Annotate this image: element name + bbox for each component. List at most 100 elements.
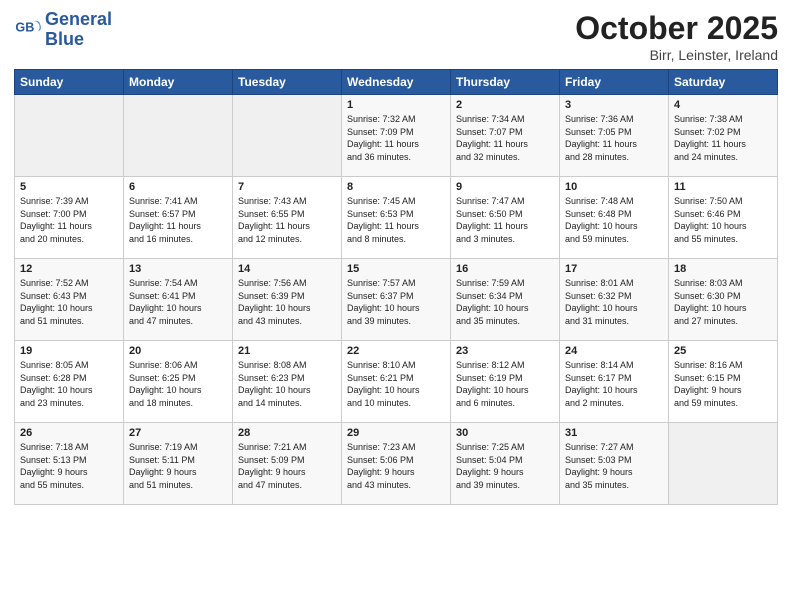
day-cell: 17 Sunrise: 8:01 AM Sunset: 6:32 PM Dayli… (560, 259, 669, 341)
day-number: 8 (347, 181, 445, 193)
day-number: 27 (129, 427, 227, 439)
weekday-header-row: SundayMondayTuesdayWednesdayThursdayFrid… (15, 70, 778, 95)
day-number: 11 (674, 181, 772, 193)
week-row-4: 19 Sunrise: 8:05 AM Sunset: 6:28 PM Dayli… (15, 341, 778, 423)
day-info: Sunrise: 7:32 AM Sunset: 7:09 PM Dayligh… (347, 113, 445, 163)
day-number: 12 (20, 263, 118, 275)
page: G B General Blue October 2025 Birr, Lein… (0, 0, 792, 612)
day-cell: 6Sunrise: 7:41 AM Sunset: 6:57 PM Daylig… (124, 177, 233, 259)
day-number: 7 (238, 181, 336, 193)
week-row-2: 5 Sunrise: 7:39 AM Sunset: 7:00 PM Daylig… (15, 177, 778, 259)
calendar-subtitle: Birr, Leinster, Ireland (575, 47, 778, 63)
day-cell (669, 423, 778, 505)
day-number: 22 (347, 345, 445, 357)
day-cell: 19 Sunrise: 8:05 AM Sunset: 6:28 PM Dayli… (15, 341, 124, 423)
day-cell: 8 Sunrise: 7:45 AM Sunset: 6:53 PM Daylig… (342, 177, 451, 259)
day-number: 30 (456, 427, 554, 439)
day-info: Sunrise: 7:19 AM Sunset: 5:11 PM Dayligh… (129, 441, 227, 491)
logo-line1: General (45, 9, 112, 29)
day-info: Sunrise: 8:01 AM Sunset: 6:32 PM Dayligh… (565, 277, 663, 327)
day-info: Sunrise: 7:48 AM Sunset: 6:48 PM Dayligh… (565, 195, 663, 245)
day-number: 28 (238, 427, 336, 439)
day-number: 3 (565, 99, 663, 111)
day-info: Sunrise: 7:18 AM Sunset: 5:13 PM Dayligh… (20, 441, 118, 491)
day-info: Sunrise: 7:38 AM Sunset: 7:02 PM Dayligh… (674, 113, 772, 163)
header: G B General Blue October 2025 Birr, Lein… (14, 10, 778, 63)
day-number: 20 (129, 345, 227, 357)
day-info: Sunrise: 8:06 AM Sunset: 6:25 PM Dayligh… (129, 359, 227, 409)
day-info: Sunrise: 7:45 AM Sunset: 6:53 PM Dayligh… (347, 195, 445, 245)
week-row-5: 26 Sunrise: 7:18 AM Sunset: 5:13 PM Dayli… (15, 423, 778, 505)
day-number: 5 (20, 181, 118, 193)
day-info: Sunrise: 8:14 AM Sunset: 6:17 PM Dayligh… (565, 359, 663, 409)
day-cell: 9Sunrise: 7:47 AM Sunset: 6:50 PM Daylig… (451, 177, 560, 259)
day-cell: 21 Sunrise: 8:08 AM Sunset: 6:23 PM Dayli… (233, 341, 342, 423)
calendar-title: October 2025 (575, 10, 778, 47)
weekday-header-wednesday: Wednesday (342, 70, 451, 95)
day-cell: 10 Sunrise: 7:48 AM Sunset: 6:48 PM Dayli… (560, 177, 669, 259)
day-cell: 15Sunrise: 7:57 AM Sunset: 6:37 PM Dayli… (342, 259, 451, 341)
day-number: 29 (347, 427, 445, 439)
day-number: 9 (456, 181, 554, 193)
day-cell: 2Sunrise: 7:34 AM Sunset: 7:07 PM Daylig… (451, 95, 560, 177)
day-cell: 12 Sunrise: 7:52 AM Sunset: 6:43 PM Dayli… (15, 259, 124, 341)
day-info: Sunrise: 8:08 AM Sunset: 6:23 PM Dayligh… (238, 359, 336, 409)
weekday-header-friday: Friday (560, 70, 669, 95)
day-cell: 22 Sunrise: 8:10 AM Sunset: 6:21 PM Dayli… (342, 341, 451, 423)
day-number: 26 (20, 427, 118, 439)
day-cell: 30 Sunrise: 7:25 AM Sunset: 5:04 PM Dayli… (451, 423, 560, 505)
day-info: Sunrise: 7:52 AM Sunset: 6:43 PM Dayligh… (20, 277, 118, 327)
week-row-3: 12 Sunrise: 7:52 AM Sunset: 6:43 PM Dayli… (15, 259, 778, 341)
day-info: Sunrise: 8:05 AM Sunset: 6:28 PM Dayligh… (20, 359, 118, 409)
day-number: 13 (129, 263, 227, 275)
calendar-header: SundayMondayTuesdayWednesdayThursdayFrid… (15, 70, 778, 95)
week-row-1: 1 Sunrise: 7:32 AM Sunset: 7:09 PM Daylig… (15, 95, 778, 177)
svg-text:B: B (25, 20, 34, 34)
day-cell: 31Sunrise: 7:27 AM Sunset: 5:03 PM Dayli… (560, 423, 669, 505)
day-cell: 29 Sunrise: 7:23 AM Sunset: 5:06 PM Dayli… (342, 423, 451, 505)
day-cell: 13Sunrise: 7:54 AM Sunset: 6:41 PM Dayli… (124, 259, 233, 341)
calendar-body: 1 Sunrise: 7:32 AM Sunset: 7:09 PM Daylig… (15, 95, 778, 505)
day-number: 25 (674, 345, 772, 357)
day-info: Sunrise: 7:39 AM Sunset: 7:00 PM Dayligh… (20, 195, 118, 245)
day-number: 1 (347, 99, 445, 111)
day-info: Sunrise: 7:59 AM Sunset: 6:34 PM Dayligh… (456, 277, 554, 327)
day-number: 19 (20, 345, 118, 357)
day-info: Sunrise: 7:56 AM Sunset: 6:39 PM Dayligh… (238, 277, 336, 327)
day-number: 14 (238, 263, 336, 275)
weekday-header-sunday: Sunday (15, 70, 124, 95)
day-cell: 25Sunrise: 8:16 AM Sunset: 6:15 PM Dayli… (669, 341, 778, 423)
day-info: Sunrise: 8:03 AM Sunset: 6:30 PM Dayligh… (674, 277, 772, 327)
svg-text:G: G (15, 20, 25, 34)
day-info: Sunrise: 8:12 AM Sunset: 6:19 PM Dayligh… (456, 359, 554, 409)
day-info: Sunrise: 7:34 AM Sunset: 7:07 PM Dayligh… (456, 113, 554, 163)
day-cell: 18Sunrise: 8:03 AM Sunset: 6:30 PM Dayli… (669, 259, 778, 341)
weekday-header-monday: Monday (124, 70, 233, 95)
day-number: 17 (565, 263, 663, 275)
day-number: 24 (565, 345, 663, 357)
day-number: 16 (456, 263, 554, 275)
weekday-header-thursday: Thursday (451, 70, 560, 95)
day-number: 23 (456, 345, 554, 357)
day-info: Sunrise: 7:23 AM Sunset: 5:06 PM Dayligh… (347, 441, 445, 491)
day-cell (233, 95, 342, 177)
logo-icon: G B (14, 16, 42, 44)
day-info: Sunrise: 7:36 AM Sunset: 7:05 PM Dayligh… (565, 113, 663, 163)
day-cell: 7 Sunrise: 7:43 AM Sunset: 6:55 PM Daylig… (233, 177, 342, 259)
day-info: Sunrise: 7:21 AM Sunset: 5:09 PM Dayligh… (238, 441, 336, 491)
day-cell (124, 95, 233, 177)
day-number: 6 (129, 181, 227, 193)
day-number: 10 (565, 181, 663, 193)
day-cell: 26 Sunrise: 7:18 AM Sunset: 5:13 PM Dayli… (15, 423, 124, 505)
day-info: Sunrise: 7:43 AM Sunset: 6:55 PM Dayligh… (238, 195, 336, 245)
day-number: 21 (238, 345, 336, 357)
day-cell: 24 Sunrise: 8:14 AM Sunset: 6:17 PM Dayli… (560, 341, 669, 423)
day-info: Sunrise: 7:25 AM Sunset: 5:04 PM Dayligh… (456, 441, 554, 491)
day-info: Sunrise: 7:57 AM Sunset: 6:37 PM Dayligh… (347, 277, 445, 327)
day-number: 4 (674, 99, 772, 111)
day-info: Sunrise: 8:10 AM Sunset: 6:21 PM Dayligh… (347, 359, 445, 409)
weekday-header-tuesday: Tuesday (233, 70, 342, 95)
title-block: October 2025 Birr, Leinster, Ireland (575, 10, 778, 63)
day-cell: 16 Sunrise: 7:59 AM Sunset: 6:34 PM Dayli… (451, 259, 560, 341)
day-cell: 28 Sunrise: 7:21 AM Sunset: 5:09 PM Dayli… (233, 423, 342, 505)
